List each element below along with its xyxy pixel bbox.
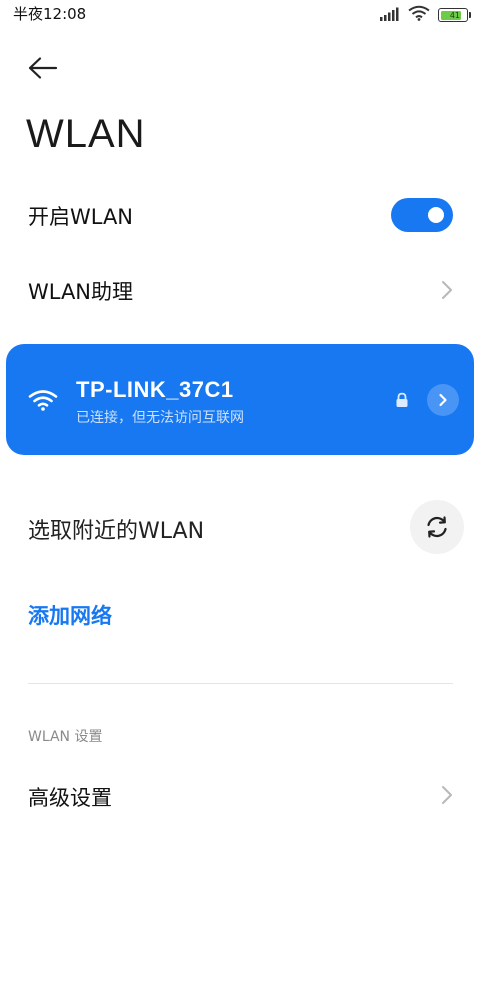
- chevron-right-icon: [439, 393, 447, 407]
- chevron-right-icon: [442, 281, 452, 299]
- back-button[interactable]: [26, 52, 62, 84]
- refresh-button[interactable]: [410, 500, 464, 554]
- battery-level: 41: [441, 10, 461, 20]
- wifi-status-icon: [408, 5, 430, 25]
- wlan-settings-header: WLAN 设置: [28, 729, 103, 745]
- refresh-icon: [427, 516, 447, 538]
- lock-icon: [396, 392, 408, 407]
- page-title: WLAN: [26, 112, 146, 156]
- network-details-button[interactable]: [427, 384, 459, 416]
- chevron-right-icon: [442, 786, 452, 804]
- wlan-toggle-label: 开启WLAN: [28, 205, 134, 229]
- wlan-assistant-label: WLAN助理: [28, 280, 134, 304]
- wlan-settings-screen: 半夜12:08 41 WLAN 开启WLAN WLAN助理 TP-LINK_37…: [0, 0, 480, 981]
- status-icons: 41: [380, 5, 471, 25]
- nearby-networks-label: 选取附近的WLAN: [28, 519, 205, 544]
- signal-icon: [380, 6, 400, 25]
- arrow-left-icon: [28, 57, 58, 79]
- battery-icon: 41: [438, 8, 471, 22]
- advanced-settings-label: 高级设置: [28, 786, 112, 810]
- toggle-knob: [428, 207, 444, 223]
- add-network-link[interactable]: 添加网络: [28, 600, 112, 630]
- wlan-toggle[interactable]: [391, 198, 453, 232]
- connected-network-card[interactable]: TP-LINK_37C1 已连接，但无法访问互联网: [6, 344, 474, 455]
- network-ssid: TP-LINK_37C1: [76, 377, 234, 402]
- status-bar: 半夜12:08 41: [0, 0, 480, 26]
- divider: [28, 683, 453, 684]
- network-status: 已连接，但无法访问互联网: [76, 410, 244, 426]
- wifi-icon: [28, 390, 58, 411]
- status-time: 半夜12:08: [13, 5, 87, 23]
